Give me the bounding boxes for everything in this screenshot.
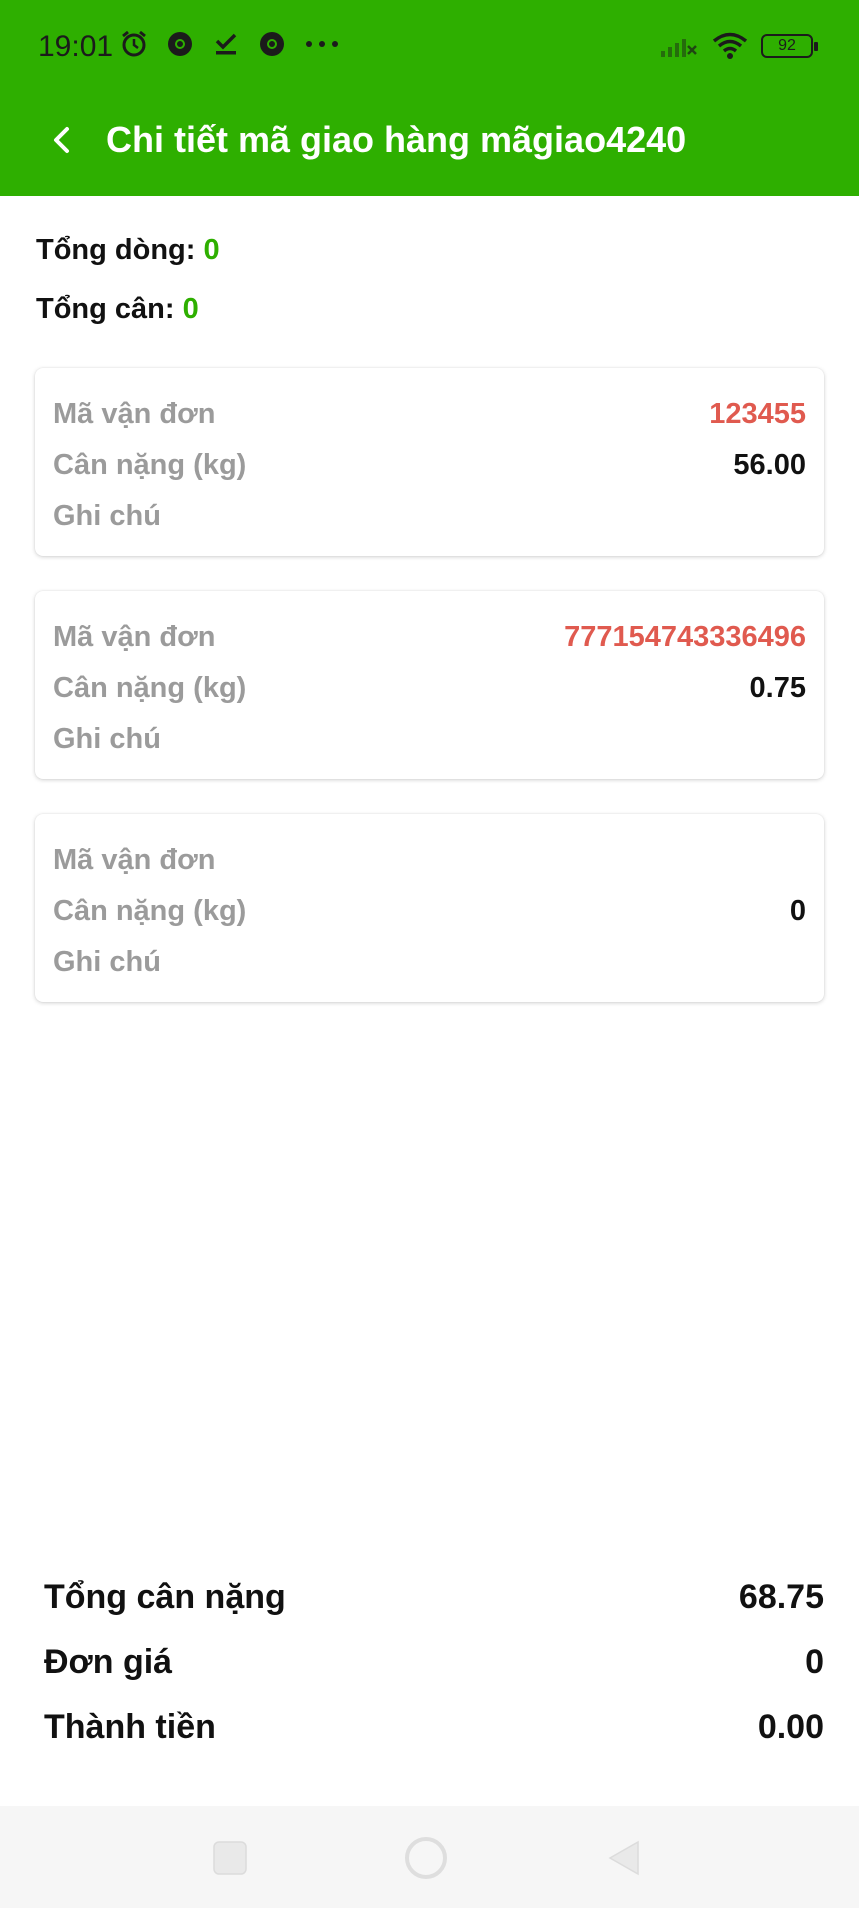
chrome-icon — [256, 28, 288, 60]
weight-row: Cân nặng (kg) 0.75 — [53, 668, 806, 708]
waybill-card[interactable]: Mã vận đơn 123455 Cân nặng (kg) 56.00 Gh… — [35, 368, 824, 556]
grand-total-weight-label: Tổng cân nặng — [44, 1577, 286, 1616]
weight-label: Cân nặng (kg) — [53, 894, 247, 927]
waybill-code-row: Mã vận đơn — [53, 840, 806, 880]
summary-total-rows: Tổng dòng: 0 — [36, 234, 220, 267]
note-row: Ghi chú — [53, 942, 806, 982]
waybill-code-row: Mã vận đơn 123455 — [53, 394, 806, 434]
amount-row: Thành tiền 0.00 — [44, 1702, 824, 1752]
unit-price-value: 0 — [805, 1642, 824, 1681]
signal-icon — [659, 30, 699, 62]
weight-label: Cân nặng (kg) — [53, 671, 247, 704]
unit-price-row: Đơn giá 0 — [44, 1637, 824, 1687]
system-navigation-bar — [0, 1806, 859, 1908]
system-back-icon — [608, 1840, 639, 1876]
weight-value: 0.75 — [749, 671, 806, 704]
amount-value: 0.00 — [757, 1707, 824, 1746]
note-row: Ghi chú — [53, 719, 806, 759]
back-button[interactable] — [36, 114, 88, 166]
screen: 19:01 92 Chi tiết mã giao hàng mãgiao424… — [0, 0, 859, 1908]
total-rows-value: 0 — [203, 234, 220, 266]
battery-icon: 92 — [761, 34, 818, 58]
total-weight-row: Tổng cân nặng 68.75 — [44, 1572, 824, 1622]
weight-row: Cân nặng (kg) 56.00 — [53, 445, 806, 485]
note-label: Ghi chú — [53, 499, 161, 532]
notification-icons — [118, 28, 342, 60]
waybill-card[interactable]: Mã vận đơn 777154743336496 Cân nặng (kg)… — [35, 591, 824, 779]
summary-total-weight: Tổng cân: 0 — [36, 293, 199, 326]
weight-value: 56.00 — [733, 448, 806, 481]
alarm-icon — [118, 28, 150, 60]
recents-icon — [213, 1841, 247, 1875]
home-button[interactable] — [402, 1834, 450, 1882]
grand-total-weight-value: 68.75 — [738, 1577, 824, 1616]
weight-row: Cân nặng (kg) 0 — [53, 891, 806, 931]
back-arrow-icon — [54, 127, 69, 153]
unit-price-label: Đơn giá — [44, 1642, 173, 1681]
weight-value: 0 — [789, 894, 806, 927]
waybill-code-label: Mã vận đơn — [53, 620, 216, 653]
total-rows-label: Tổng dòng: — [36, 234, 196, 266]
amount-label: Thành tiền — [44, 1707, 216, 1746]
note-row: Ghi chú — [53, 496, 806, 536]
waybill-code-value: 123455 — [709, 397, 806, 430]
system-icons: 92 — [659, 30, 818, 62]
top-app-bar: Chi tiết mã giao hàng mãgiao4240 — [0, 96, 859, 196]
app-header: 19:01 92 Chi tiết mã giao hàng mãgiao424… — [0, 0, 859, 196]
note-label: Ghi chú — [53, 722, 161, 755]
waybill-code-row: Mã vận đơn 777154743336496 — [53, 617, 806, 657]
weight-label: Cân nặng (kg) — [53, 448, 247, 481]
recents-button[interactable] — [206, 1834, 254, 1882]
wifi-icon — [711, 30, 749, 62]
system-back-button[interactable] — [600, 1834, 648, 1882]
waybill-code-label: Mã vận đơn — [53, 397, 216, 430]
more-dots-icon — [302, 28, 342, 60]
total-weight-value: 0 — [182, 293, 199, 325]
total-weight-label: Tổng cân: — [36, 293, 175, 325]
download-done-icon — [210, 28, 242, 60]
note-label: Ghi chú — [53, 945, 161, 978]
page-title: Chi tiết mã giao hàng mãgiao4240 — [106, 119, 687, 160]
status-bar: 19:01 92 — [0, 0, 859, 92]
status-time: 19:01 — [38, 30, 114, 63]
waybill-code-value: 777154743336496 — [564, 620, 806, 653]
waybill-code-label: Mã vận đơn — [53, 843, 216, 876]
chrome-icon — [164, 28, 196, 60]
waybill-card[interactable]: Mã vận đơn Cân nặng (kg) 0 Ghi chú — [35, 814, 824, 1002]
home-icon — [405, 1837, 447, 1879]
